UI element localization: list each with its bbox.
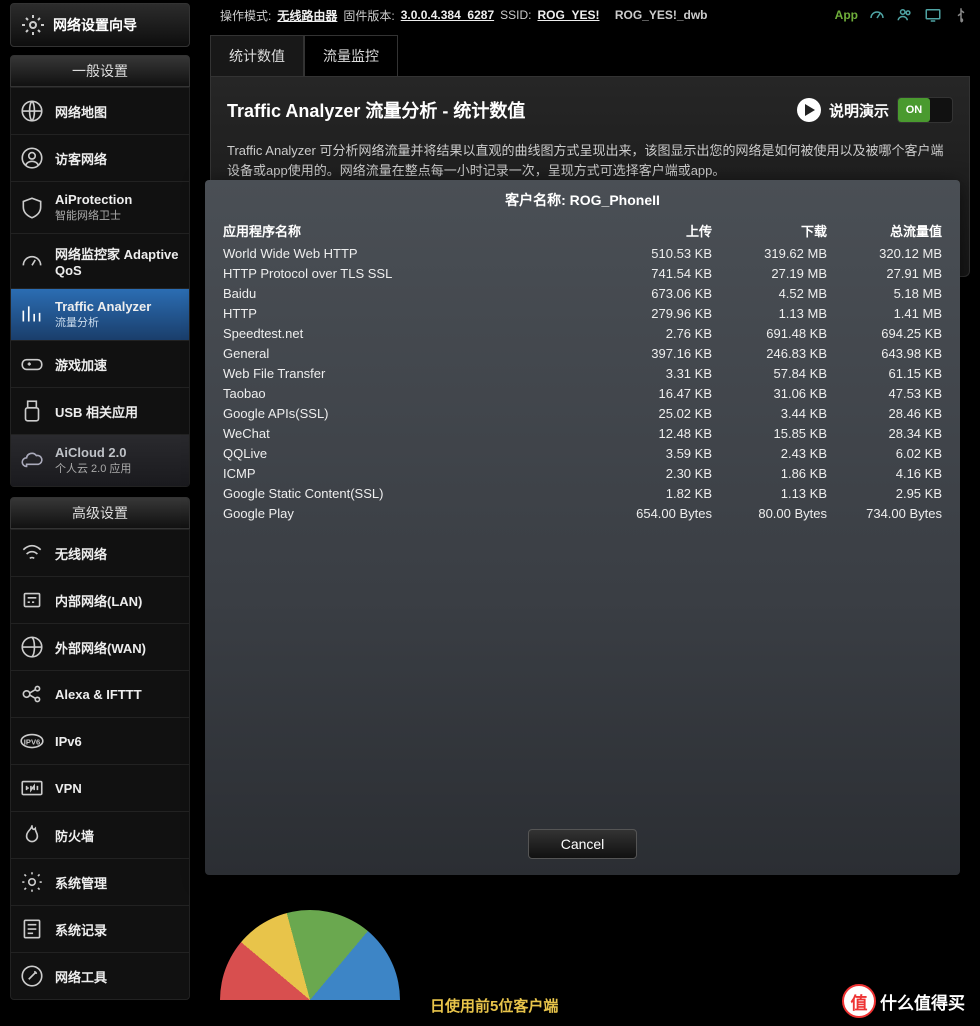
shield-icon — [19, 195, 45, 221]
table-row: Baidu673.06 KB4.52 MB5.18 MB — [223, 283, 942, 303]
watermark-text: 什么值得买 — [880, 989, 965, 1014]
table-row: Google Static Content(SSL)1.82 KB1.13 KB… — [223, 483, 942, 503]
monitor-icon[interactable] — [924, 6, 942, 24]
gear-icon — [21, 13, 45, 37]
tab-traffic-monitor[interactable]: 流量监控 — [304, 35, 398, 76]
users-icon[interactable] — [896, 6, 914, 24]
lan-icon — [19, 587, 45, 613]
fw-label: 固件版本: — [343, 7, 394, 24]
sidebar-item-guest-network[interactable]: 访客网络 — [11, 135, 189, 182]
table-row: QQLive3.59 KB2.43 KB6.02 KB — [223, 443, 942, 463]
modal-title: 客户名称: ROG_PhoneII — [223, 188, 942, 218]
sidebar-item-aiprotection[interactable]: AiProtection智能网络卫士 — [11, 182, 189, 234]
col-upload: 上传 — [597, 221, 712, 240]
sidebar-item-admin[interactable]: 系统管理 — [11, 859, 189, 906]
mode-label: 操作模式: — [220, 7, 271, 24]
nav-advanced: 无线网络 内部网络(LAN) 外部网络(WAN) Alexa & IFTTT I… — [10, 529, 190, 1000]
sidebar: 网络设置向导 一般设置 网络地图 访客网络 AiProtection智能网络卫士… — [0, 0, 200, 1016]
admin-gear-icon — [19, 869, 45, 895]
sidebar-item-alexa-ifttt[interactable]: Alexa & IFTTT — [11, 671, 189, 718]
table-body: World Wide Web HTTP510.53 KB319.62 MB320… — [223, 243, 942, 523]
usb-icon[interactable] — [952, 6, 970, 24]
table-row: Web File Transfer3.31 KB57.84 KB61.15 KB — [223, 363, 942, 383]
table-row: Taobao16.47 KB31.06 KB47.53 KB — [223, 383, 942, 403]
app-traffic-modal: 客户名称: ROG_PhoneII 应用程序名称 上传 下载 总流量值 Worl… — [205, 180, 960, 875]
table-row: World Wide Web HTTP510.53 KB319.62 MB320… — [223, 243, 942, 263]
table-row: ICMP2.30 KB1.86 KB4.16 KB — [223, 463, 942, 483]
sidebar-item-syslog[interactable]: 系统记录 — [11, 906, 189, 953]
ssid-2: ROG_YES!_dwb — [615, 8, 708, 22]
sidebar-item-firewall[interactable]: 防火墙 — [11, 812, 189, 859]
col-app: 应用程序名称 — [223, 221, 597, 240]
table-row: Google Play654.00 Bytes80.00 Bytes734.00… — [223, 503, 942, 523]
ssid-1[interactable]: ROG_YES! — [537, 8, 599, 22]
sidebar-item-ipv6[interactable]: IPV6IPv6 — [11, 718, 189, 765]
watermark-badge: 值 — [842, 984, 876, 1018]
ipv6-icon: IPV6 — [19, 728, 45, 754]
table-row: HTTP Protocol over TLS SSL741.54 KB27.19… — [223, 263, 942, 283]
cancel-button[interactable]: Cancel — [528, 829, 638, 859]
wrench-icon — [19, 963, 45, 989]
globe-icon — [19, 634, 45, 660]
fire-icon — [19, 822, 45, 848]
sidebar-item-vpn[interactable]: VPN — [11, 765, 189, 812]
gauge-icon — [19, 248, 45, 274]
wizard-label: 网络设置向导 — [53, 15, 137, 35]
vpn-icon — [19, 775, 45, 801]
table-header-row: 应用程序名称 上传 下载 总流量值 — [223, 218, 942, 243]
globe-icon — [19, 98, 45, 124]
watermark: 值 什么值得买 — [842, 984, 965, 1018]
fw-value[interactable]: 3.0.0.4.384_6287 — [401, 8, 494, 22]
sidebar-item-traffic-analyzer[interactable]: Traffic Analyzer流量分析 — [11, 289, 189, 341]
sidebar-item-network-map[interactable]: 网络地图 — [11, 88, 189, 135]
usb-stick-icon — [19, 398, 45, 424]
chart-title: 日使用前5位客户端 — [430, 995, 558, 1016]
col-download: 下载 — [712, 221, 827, 240]
mode-value[interactable]: 无线路由器 — [277, 7, 337, 24]
sidebar-item-nettools[interactable]: 网络工具 — [11, 953, 189, 999]
tab-bar: 统计数值 流量监控 — [210, 35, 970, 77]
svg-text:IPV6: IPV6 — [24, 737, 40, 746]
feature-toggle[interactable]: ON — [897, 97, 953, 123]
table-row: HTTP279.96 KB1.13 MB1.41 MB — [223, 303, 942, 323]
sidebar-item-wan[interactable]: 外部网络(WAN) — [11, 624, 189, 671]
ssid-label: SSID: — [500, 8, 531, 22]
sidebar-item-adaptive-qos[interactable]: 网络监控家 Adaptive QoS — [11, 234, 189, 289]
top5-clients-pie-chart — [220, 870, 400, 1000]
sidebar-item-lan[interactable]: 内部网络(LAN) — [11, 577, 189, 624]
integrations-icon — [19, 681, 45, 707]
nav-general: 网络地图 访客网络 AiProtection智能网络卫士 网络监控家 Adapt… — [10, 87, 190, 487]
chart-icon — [19, 302, 45, 328]
table-row: Google APIs(SSL)25.02 KB3.44 KB28.46 KB — [223, 403, 942, 423]
section-advanced: 高级设置 — [10, 497, 190, 529]
cloud-icon — [19, 448, 45, 474]
sidebar-item-game-boost[interactable]: 游戏加速 — [11, 341, 189, 388]
sidebar-item-aicloud[interactable]: AiCloud 2.0个人云 2.0 应用 — [11, 435, 189, 486]
sidebar-item-usb-app[interactable]: USB 相关应用 — [11, 388, 189, 435]
app-link[interactable]: App — [835, 8, 858, 22]
demo-link[interactable]: 说明演示 — [829, 100, 889, 121]
sidebar-item-wireless[interactable]: 无线网络 — [11, 530, 189, 577]
guest-icon — [19, 145, 45, 171]
table-row: General397.16 KB246.83 KB643.98 KB — [223, 343, 942, 363]
section-general: 一般设置 — [10, 55, 190, 87]
play-icon[interactable] — [797, 98, 821, 122]
tab-statistics[interactable]: 统计数值 — [210, 35, 304, 76]
network-wizard-button[interactable]: 网络设置向导 — [10, 3, 190, 47]
table-row: WeChat12.48 KB15.85 KB28.34 KB — [223, 423, 942, 443]
page-title: Traffic Analyzer 流量分析 - 统计数值 — [227, 97, 525, 123]
log-icon — [19, 916, 45, 942]
speedometer-icon[interactable] — [868, 6, 886, 24]
panel-description: Traffic Analyzer 可分析网络流量并将结果以直观的曲线图方式呈现出… — [227, 141, 953, 180]
gamepad-icon — [19, 351, 45, 377]
table-row: Speedtest.net2.76 KB691.48 KB694.25 KB — [223, 323, 942, 343]
top-status-bar: 操作模式: 无线路由器 固件版本: 3.0.0.4.384_6287 SSID:… — [210, 0, 970, 30]
col-total: 总流量值 — [827, 221, 942, 240]
wifi-icon — [19, 540, 45, 566]
